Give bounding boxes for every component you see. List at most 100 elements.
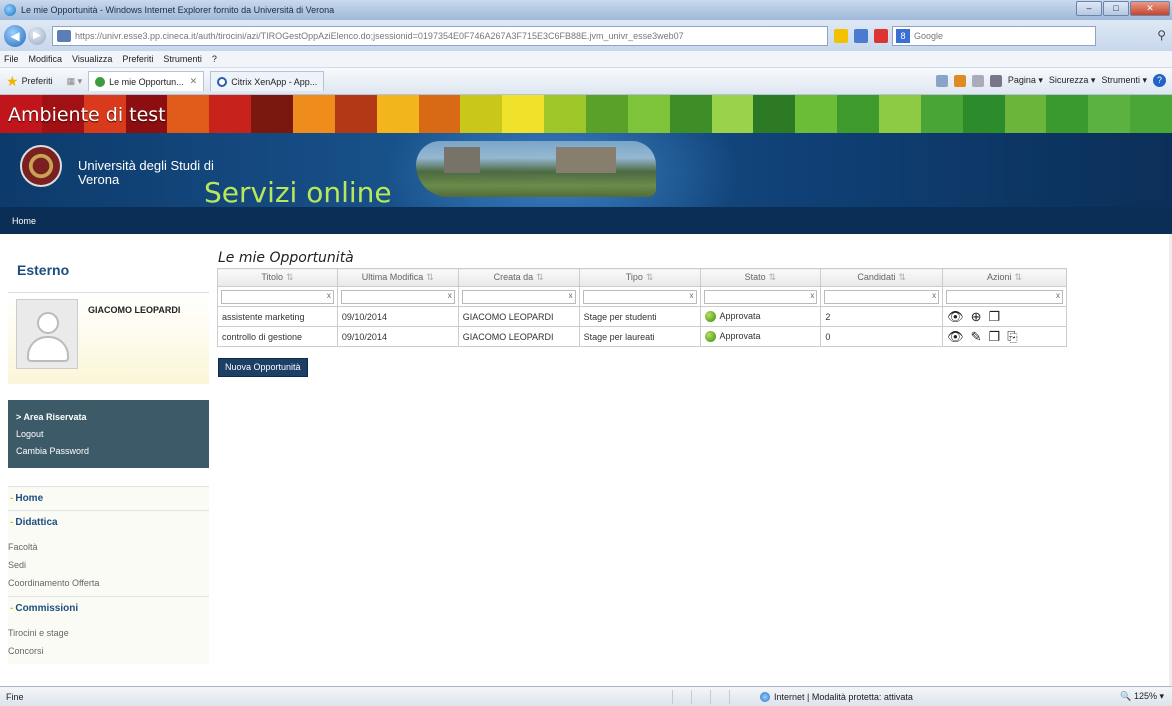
feeds-icon[interactable] (953, 74, 966, 87)
color-stripe (1004, 95, 1047, 133)
sidebar-item-coordinamento[interactable]: Coordinamento Offerta (8, 574, 209, 592)
tab-citrix[interactable]: Citrix XenApp - App... (210, 71, 325, 91)
copy-icon[interactable]: ❐ (989, 330, 1001, 343)
filter-input-stato[interactable]: x (703, 289, 818, 304)
url-field[interactable]: https://univr.esse3.pp.cineca.it/auth/ti… (52, 25, 828, 46)
menu-visualizza[interactable]: Visualizza (72, 54, 112, 64)
cmd-pagina[interactable]: Pagina ▾ (1008, 75, 1043, 86)
minimize-button[interactable]: – (1076, 1, 1102, 16)
clear-filter-icon[interactable]: x (690, 291, 694, 300)
filter-input-azioni[interactable]: x (946, 289, 1063, 304)
lock-icon[interactable] (834, 28, 848, 43)
sidebar-item-didattica[interactable]: - Didattica (8, 510, 209, 534)
table-header-row: Titolo ⇅ Ultima Modifica ⇅ Creata da ⇅ Tipo… (217, 268, 1067, 287)
sort-icon[interactable]: ⇅ (1015, 272, 1023, 282)
sort-icon[interactable]: ⇅ (286, 272, 294, 282)
home-icon[interactable] (935, 74, 948, 87)
nav-label: Didattica (15, 517, 58, 528)
sidebar-item-concorsi[interactable]: Concorsi (8, 642, 209, 660)
filter-input-creata[interactable]: x (461, 289, 576, 304)
sort-icon[interactable]: ⇅ (426, 272, 434, 282)
reserved-area-link[interactable]: > Area Riservata (16, 409, 209, 426)
back-button[interactable]: ◀ (4, 24, 26, 47)
zoom-level[interactable]: 🔍 125% ▾ (1120, 691, 1164, 702)
zoom-icon[interactable]: ⊕ (971, 310, 982, 323)
close-button[interactable]: ✕ (1130, 1, 1170, 16)
address-bar: ◀ ▶ https://univr.esse3.pp.cineca.it/aut… (0, 20, 1172, 51)
export-icon[interactable]: ⎘ (1007, 330, 1017, 343)
column-header-tipo[interactable]: Tipo ⇅ (578, 268, 701, 287)
new-opportunity-button[interactable]: Nuova Opportunità (218, 358, 308, 377)
forward-button[interactable]: ▶ (28, 26, 46, 45)
sidebar-item-facolta[interactable]: Facoltà (8, 538, 209, 556)
maximize-button[interactable]: □ (1103, 1, 1129, 16)
sort-icon[interactable]: ⇅ (769, 272, 777, 282)
clear-filter-icon[interactable]: x (932, 291, 936, 300)
column-header-creata[interactable]: Creata da ⇅ (457, 268, 580, 287)
security-zone[interactable]: Internet | Modalità protetta: attivata (760, 691, 913, 702)
stop-icon[interactable] (874, 28, 888, 43)
tab-opportunita[interactable]: Le mie Opportun... ✕ (88, 71, 205, 91)
filter-input-candidati[interactable]: x (824, 289, 940, 304)
help-icon[interactable]: ? (1153, 74, 1166, 87)
view-icon[interactable]: 👁 (947, 310, 964, 323)
filter-input-titolo[interactable]: x (221, 289, 334, 304)
favorites-label[interactable]: Preferiti (22, 76, 53, 86)
menu-modifica[interactable]: Modifica (29, 54, 63, 64)
avatar-head (37, 312, 59, 334)
column-label: Stato (744, 272, 766, 282)
filter-cell: x (820, 286, 944, 307)
print-icon[interactable] (989, 74, 1002, 87)
color-stripe (418, 95, 461, 133)
site-header: Università degli Studi di Verona Servizi… (0, 133, 1172, 207)
clear-filter-icon[interactable]: x (1056, 291, 1060, 300)
sidebar-item-tirocini[interactable]: Tirocini e stage (8, 624, 209, 642)
cell-candidati: 2 (820, 306, 944, 327)
menu-strumenti[interactable]: Strumenti (163, 54, 202, 64)
mail-icon[interactable] (971, 74, 984, 87)
clear-filter-icon[interactable]: x (569, 291, 573, 300)
search-input[interactable]: 8 Google (892, 25, 1096, 46)
cell-creata: GIACOMO LEOPARDI (457, 326, 580, 347)
home-link[interactable]: Home (12, 216, 36, 226)
sort-icon[interactable]: ⇅ (536, 272, 544, 282)
filter-input-modifica[interactable]: x (340, 289, 455, 304)
tab-label: Le mie Opportun... (109, 76, 184, 87)
zoom-icon: 🔍 (1120, 691, 1134, 701)
tab-close-icon[interactable]: ✕ (190, 76, 198, 87)
search-icon[interactable]: ⚲ (1157, 28, 1166, 42)
column-header-candidati[interactable]: Candidati ⇅ (820, 268, 944, 287)
cmd-strumenti[interactable]: Strumenti ▾ (1101, 75, 1147, 86)
filter-input-tipo[interactable]: x (582, 289, 697, 304)
window-controls: – □ ✕ (1076, 1, 1170, 16)
edit-icon[interactable]: ✎ (971, 330, 982, 343)
clear-filter-icon[interactable]: x (327, 291, 331, 300)
copy-icon[interactable]: ❐ (989, 310, 1001, 323)
clear-filter-icon[interactable]: x (810, 291, 814, 300)
menu-file[interactable]: File (4, 54, 19, 64)
sort-icon[interactable]: ⇅ (646, 272, 654, 282)
cell-stato: Approvata (699, 306, 822, 327)
color-stripe (167, 95, 210, 133)
view-icon[interactable]: 👁 (947, 330, 964, 343)
sidebar-item-sedi[interactable]: Sedi (8, 556, 209, 574)
column-header-azioni[interactable]: Azioni ⇅ (942, 268, 1067, 287)
sort-icon[interactable]: ⇅ (898, 272, 906, 282)
cmd-sicurezza[interactable]: Sicurezza ▾ (1049, 75, 1096, 86)
tab-grid-icon[interactable]: ▦ ▾ (67, 76, 83, 87)
refresh-icon[interactable] (854, 28, 868, 43)
sidebar-item-commissioni[interactable]: - Commissioni (8, 596, 209, 620)
favorites-star-icon[interactable]: ★ (6, 73, 19, 90)
user-role: Esterno (17, 262, 70, 278)
menu-preferiti[interactable]: Preferiti (122, 54, 153, 64)
column-header-stato[interactable]: Stato ⇅ (699, 268, 822, 287)
column-header-titolo[interactable]: Titolo ⇅ (217, 268, 338, 287)
menu-help[interactable]: ? (212, 54, 217, 64)
sidebar-item-home[interactable]: - Home (8, 486, 209, 510)
change-password-link[interactable]: Cambia Password (16, 443, 209, 460)
test-environment-band (0, 95, 1172, 133)
logout-link[interactable]: Logout (16, 426, 209, 443)
cell-candidati: 0 (820, 326, 944, 347)
clear-filter-icon[interactable]: x (448, 291, 452, 300)
column-header-modifica[interactable]: Ultima Modifica ⇅ (336, 268, 459, 287)
